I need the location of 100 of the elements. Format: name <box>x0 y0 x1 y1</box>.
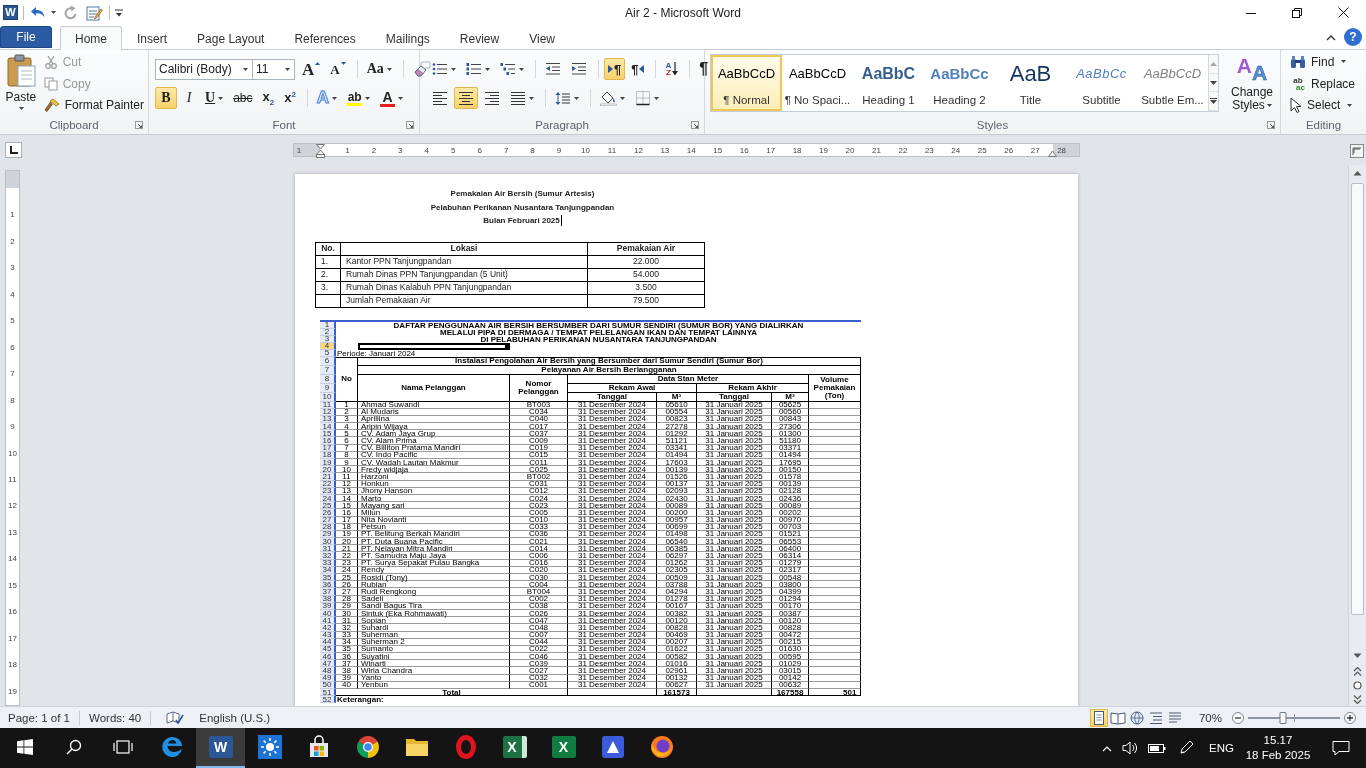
select-button[interactable]: Select <box>1286 94 1360 116</box>
ruler-number: 11 <box>7 474 18 484</box>
ribbon-tab[interactable]: Mailings <box>370 27 445 50</box>
ribbon-tab[interactable]: Home <box>60 26 122 50</box>
ribbon-tab[interactable]: View <box>514 27 570 50</box>
table-cell: 1. <box>315 255 341 268</box>
strikethrough-button[interactable]: abc <box>229 87 257 109</box>
table-cell: 31 Desember 2024 <box>568 509 657 517</box>
table-cell: 01294 <box>772 595 809 603</box>
gallery-more-button[interactable] <box>1209 92 1218 111</box>
find-button[interactable]: Find <box>1286 51 1360 73</box>
table-cell: 31 Desember 2024 <box>568 408 657 416</box>
underline-button[interactable]: U <box>201 87 228 109</box>
caret-icon <box>365 96 371 100</box>
font-name-field[interactable]: Calibri (Body) <box>155 58 253 80</box>
dialog-launcher-icon[interactable] <box>1267 121 1275 129</box>
indent-marker-icon[interactable] <box>1048 150 1057 157</box>
right-to-left-button[interactable]: ¶ <box>627 58 649 80</box>
font-size-field[interactable]: 11 <box>252 58 295 80</box>
table-cell: 03800 <box>772 581 809 589</box>
paste-button[interactable]: Paste <box>4 52 38 116</box>
dialog-launcher-icon[interactable] <box>691 121 699 129</box>
proofing-book-icon[interactable] <box>166 710 185 725</box>
table-cell: 31 Januari 2025 <box>697 523 772 531</box>
indent-marker-icon[interactable] <box>316 144 325 158</box>
zoom-level[interactable]: 70% <box>1198 711 1222 724</box>
table-cell: 00699 <box>657 523 697 531</box>
taskbar-button[interactable]: X <box>539 728 588 768</box>
ruler-margin-area <box>6 171 19 188</box>
table-cell: C009 <box>510 437 568 445</box>
style-option[interactable]: AaB Title <box>995 55 1066 111</box>
sort-button[interactable]: A Z <box>661 58 683 80</box>
customize-menu-icon[interactable] <box>115 8 123 17</box>
web-layout-button[interactable] <box>1127 708 1146 727</box>
speaker-icon[interactable] <box>1122 740 1139 756</box>
zoom-slider[interactable] <box>1248 710 1340 725</box>
taskbar-button[interactable]: X <box>490 728 539 768</box>
tab-selector-button[interactable] <box>5 142 22 158</box>
change-styles-button[interactable]: AA Change Styles <box>1223 51 1281 116</box>
left-to-right-button[interactable]: ¶ <box>604 58 626 80</box>
table-cell: 04294 <box>657 588 697 596</box>
table-cell: 00627 <box>657 681 697 689</box>
table-cell: 17603 <box>657 459 697 467</box>
bold-button[interactable]: B <box>155 87 177 109</box>
taskbar-button[interactable]: W <box>196 728 245 768</box>
ruler-toggle-icon[interactable] <box>1350 144 1364 158</box>
table-cell: CV. Adam Jaya Grup <box>358 430 510 438</box>
page-count[interactable]: Page: 1 of 1 <box>8 711 80 724</box>
table-cell: 51180 <box>772 437 809 445</box>
clock-date[interactable]: 18 Feb 2025 <box>1245 748 1311 763</box>
style-option[interactable]: AaBbCcD ¶ No Spaci... <box>782 55 853 111</box>
language-indicator[interactable]: English (U.S.) <box>199 711 280 724</box>
folder-icon <box>404 736 429 758</box>
chevron-up-icon[interactable] <box>1326 33 1336 41</box>
ribbon-tab[interactable]: References <box>279 27 371 50</box>
zoom-out-icon[interactable] <box>1232 711 1244 724</box>
zoom-in-icon[interactable] <box>1344 711 1356 724</box>
change-case-button[interactable]: Aa <box>362 58 396 80</box>
app-logo[interactable]: W <box>3 5 18 20</box>
dialog-launcher-icon[interactable] <box>406 121 414 129</box>
ribbon-tab[interactable]: Insert <box>122 27 183 50</box>
table-cell: 01630 <box>772 645 809 654</box>
subscript-button[interactable]: x$_{2}$ <box>258 87 279 109</box>
ribbon-tab[interactable]: Review <box>444 27 515 50</box>
input-language[interactable]: ENG <box>1209 742 1234 754</box>
help-button[interactable]: ? <box>1344 28 1362 46</box>
style-option[interactable]: AaBbCcD Subtle Em... <box>1137 55 1208 111</box>
file-tab[interactable]: File <box>0 26 52 48</box>
italic-button[interactable]: I <box>179 87 199 109</box>
battery-icon[interactable] <box>1148 741 1169 755</box>
style-option[interactable]: AaBbCcD ¶ Normal <box>711 55 782 111</box>
pen-icon[interactable] <box>1178 740 1195 756</box>
highlight-button[interactable]: ab <box>343 87 375 109</box>
style-option[interactable]: AaBbCc Heading 2 <box>924 55 995 111</box>
show-marks-button[interactable]: ¶ <box>695 58 713 80</box>
clock-time[interactable]: 15.17 <box>1263 733 1293 748</box>
style-option[interactable]: AaBbCc Subtitle <box>1066 55 1137 111</box>
ribbon-tab[interactable]: Page Layout <box>182 27 280 50</box>
print-layout-button[interactable] <box>1089 708 1108 727</box>
center-button[interactable] <box>454 87 478 109</box>
column-header: Nama Pelanggan <box>358 374 510 402</box>
scrollbar-thumb[interactable] <box>1351 183 1364 615</box>
gallery-down-button[interactable] <box>1209 73 1218 93</box>
table-cell: 00200 <box>657 509 697 517</box>
table-cell: 03788 <box>657 581 697 589</box>
word-count[interactable]: Words: 40 <box>89 711 151 724</box>
open-book-icon <box>1109 710 1126 725</box>
table-cell: 24 <box>336 566 358 574</box>
table-cell: C037 <box>510 430 568 438</box>
zoom-slider-thumb[interactable] <box>1279 711 1287 724</box>
notification-icon[interactable] <box>1332 740 1350 756</box>
table-cell: 29 <box>336 602 358 610</box>
shrink-font-button[interactable]: A <box>326 58 350 80</box>
superscript-button[interactable]: x$^{2}$ <box>280 87 300 109</box>
format-painter-button[interactable]: Format Painter <box>39 94 148 116</box>
dialog-launcher-icon[interactable] <box>135 121 143 129</box>
grow-font-button[interactable]: A <box>298 58 325 80</box>
style-option[interactable]: AaBbC Heading 1 <box>853 55 924 111</box>
table-cell: 00560 <box>772 408 809 416</box>
font-color-button[interactable]: A <box>376 87 408 109</box>
